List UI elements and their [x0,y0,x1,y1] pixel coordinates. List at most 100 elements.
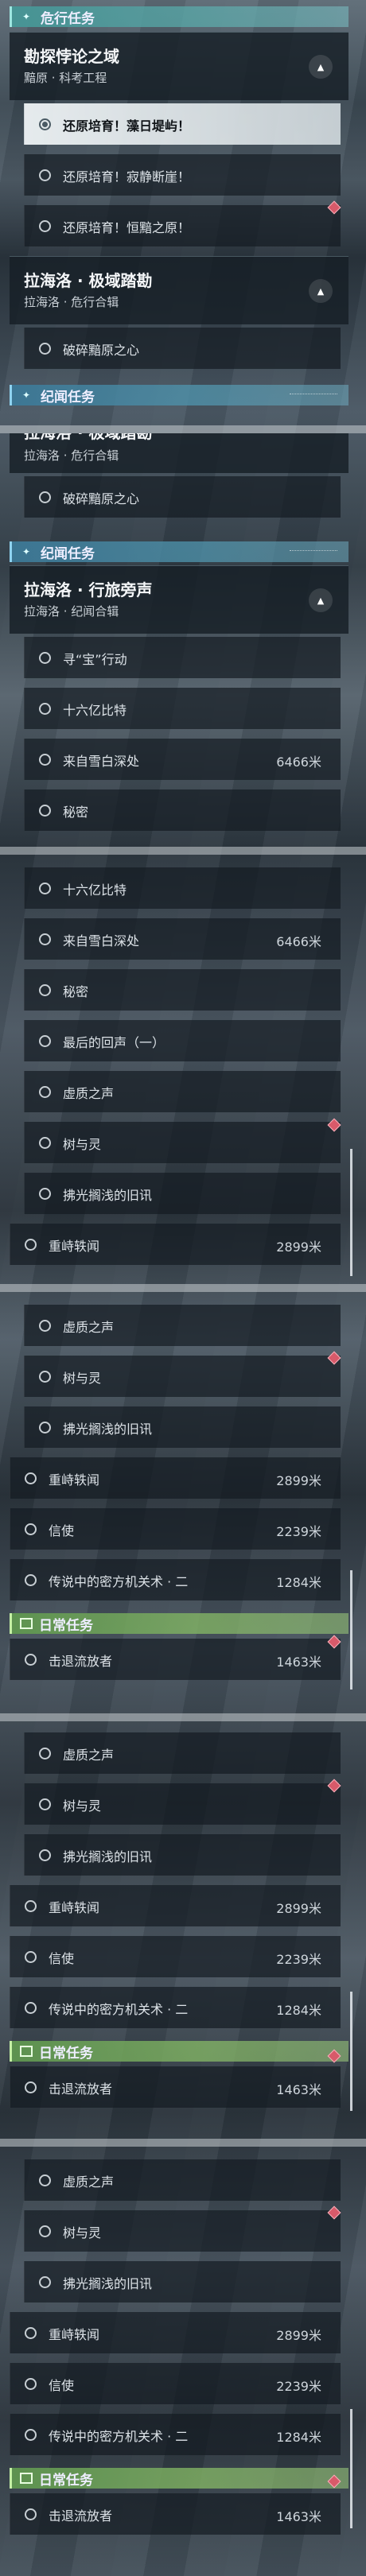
radio-icon [39,343,51,355]
radio-icon [39,2225,51,2237]
quest-name: 虚质之声 [63,1748,115,1763]
scrollbar[interactable] [350,1992,352,2111]
group-title: 拉海洛 · 行旅旁声 [24,580,153,599]
quest-item[interactable]: 还原培育！恒黯之原！ [24,205,341,246]
radio-icon [25,1239,37,1251]
quest-group-header[interactable]: 拉海洛 · 极域踏勘 拉海洛 · 危行合辑 [10,433,348,473]
radio-icon [39,220,51,232]
quest-name: 树与灵 [63,2225,102,2240]
quest-distance: 1463米 [276,2509,321,2524]
radio-icon [25,1654,37,1666]
quest-name: 重峙轶闻 [49,1900,100,1915]
quest-distance: 2239米 [276,1524,321,1539]
quest-item[interactable]: 传说中的密方机关术 · 二 1284米 [10,2414,341,2455]
chevron-up-icon[interactable]: ▲ [309,55,333,79]
category-danger-quests[interactable]: ✦ 危行任务 [10,6,348,27]
category-daily-quests[interactable]: 日常任务 [10,2468,348,2489]
quest-item[interactable]: 来自雪白深处 6466米 [24,739,341,780]
quest-item[interactable]: 信使 2239米 [10,1936,341,1977]
quest-item[interactable]: 最后的回声（一） [24,1020,341,1061]
quest-name: 虚质之声 [63,1086,115,1101]
quest-group-header[interactable]: 勘探悖论之域 黯原 · 科考工程 ▲ [10,32,348,100]
radio-icon [39,984,51,996]
quest-item[interactable]: 虚质之声 [24,1305,341,1346]
screen-4: 虚质之声 树与灵 拂光搁浅的旧讯 重峙轶闻 2899米 信使 2239米 传说中… [0,1292,366,1713]
quest-item[interactable]: 破碎黯原之心 [24,328,341,369]
quest-item[interactable]: 来自雪白深处 6466米 [24,918,341,960]
radio-icon [39,1320,51,1332]
screen-5: 虚质之声 树与灵 拂光搁浅的旧讯 重峙轶闻 2899米 信使 2239米 传说中… [0,1721,366,2139]
quest-item[interactable]: 击退流放者 1463米 [10,2066,341,2108]
quest-item[interactable]: 拂光搁浅的旧讯 [24,1406,341,1448]
radio-icon [25,2378,37,2390]
quest-item[interactable]: 虚质之声 [24,2159,341,2201]
quest-item[interactable]: 秘密 [24,969,341,1011]
quest-item[interactable]: 虚质之声 [24,1071,341,1112]
quest-item[interactable]: 传说中的密方机关术 · 二 1284米 [10,1987,341,2028]
scrollbar[interactable] [350,1570,352,1690]
category-daily-quests[interactable]: 日常任务 [10,2041,348,2062]
scrollbar[interactable] [350,1149,352,1276]
quest-item[interactable]: 破碎黯原之心 [24,476,341,518]
quest-group-header[interactable]: 拉海洛 · 极域踏勘 拉海洛 · 危行合辑 ▲ [10,256,348,324]
quest-group-header[interactable]: 拉海洛 · 行旅旁声 拉海洛 · 纪闻合辑 ▲ [10,565,348,634]
quest-name: 拂光搁浅的旧讯 [63,2276,153,2291]
quest-item[interactable]: 树与灵 [24,1783,341,1825]
quest-item[interactable]: 寻“宝”行动 [24,637,341,678]
quest-item[interactable]: 重峙轶闻 2899米 [10,1457,341,1499]
quest-item[interactable]: 拂光搁浅的旧讯 [24,1173,341,1214]
chevron-up-icon[interactable]: ▲ [309,588,333,612]
category-story-quests[interactable]: ✦ 纪闻任务 [10,385,348,405]
quest-name: 传说中的密方机关术 · 二 [49,2429,189,2444]
quest-item[interactable]: 信使 2239米 [10,1508,341,1550]
calendar-icon [20,2046,33,2057]
hazard-icon: ✦ [21,11,31,22]
radio-icon [25,2508,37,2520]
quest-distance: 1284米 [276,1575,321,1590]
radio-icon [39,933,51,945]
category-daily-quests[interactable]: 日常任务 [10,1613,348,1634]
screenshot-separator [0,425,366,433]
quest-item[interactable]: 拂光搁浅的旧讯 [24,2261,341,2302]
radio-icon [39,703,51,715]
quest-item[interactable]: 十六亿比特 [24,867,341,909]
quest-name: 树与灵 [63,1798,102,1814]
category-divider [290,394,337,397]
quest-item[interactable]: 击退流放者 1463米 [10,2493,341,2535]
quest-name: 拂光搁浅的旧讯 [63,1849,153,1864]
radio-icon [25,1900,37,1912]
quest-item[interactable]: 树与灵 [24,1122,341,1163]
radio-icon [25,2429,37,2441]
quest-item[interactable]: 虚质之声 [24,1732,341,1774]
screenshot-separator [0,1713,366,1721]
quest-name: 十六亿比特 [63,703,127,718]
quest-item[interactable]: 树与灵 [24,1356,341,1397]
quest-name: 寻“宝”行动 [63,652,127,667]
category-story-quests[interactable]: ✦ 纪闻任务 [10,541,348,562]
radio-icon [39,169,51,181]
chevron-up-icon[interactable]: ▲ [309,279,333,303]
quest-item[interactable]: 树与灵 [24,2210,341,2252]
quest-item[interactable]: 拂光搁浅的旧讯 [24,1834,341,1876]
quest-item[interactable]: 击退流放者 1463米 [10,1639,341,1680]
radio-icon [39,1188,51,1200]
quest-item[interactable]: 秘密 [24,789,341,831]
quest-item[interactable]: 重峙轶闻 2899米 [10,1224,341,1265]
screenshot-separator [0,847,366,855]
radio-icon [25,1472,37,1484]
group-title: 勘探悖论之域 [24,47,119,66]
quest-item-selected[interactable]: 还原培育！藻日堤屿！ [24,103,341,145]
quest-name: 树与灵 [63,1137,102,1152]
scrollbar[interactable] [350,2409,352,2528]
quest-name: 信使 [49,2378,75,2393]
quest-name: 击退流放者 [49,2508,113,2524]
quest-item[interactable]: 传说中的密方机关术 · 二 1284米 [10,1559,341,1600]
calendar-icon [20,1618,33,1629]
quest-distance: 2899米 [276,1473,321,1488]
quest-item[interactable]: 信使 2239米 [10,2363,341,2404]
quest-item[interactable]: 重峙轶闻 2899米 [10,1885,341,1926]
quest-name: 树与灵 [63,1371,102,1386]
quest-item[interactable]: 十六亿比特 [24,688,341,729]
quest-item[interactable]: 还原培育！寂静断崖！ [24,154,341,196]
quest-item[interactable]: 重峙轶闻 2899米 [10,2312,341,2353]
